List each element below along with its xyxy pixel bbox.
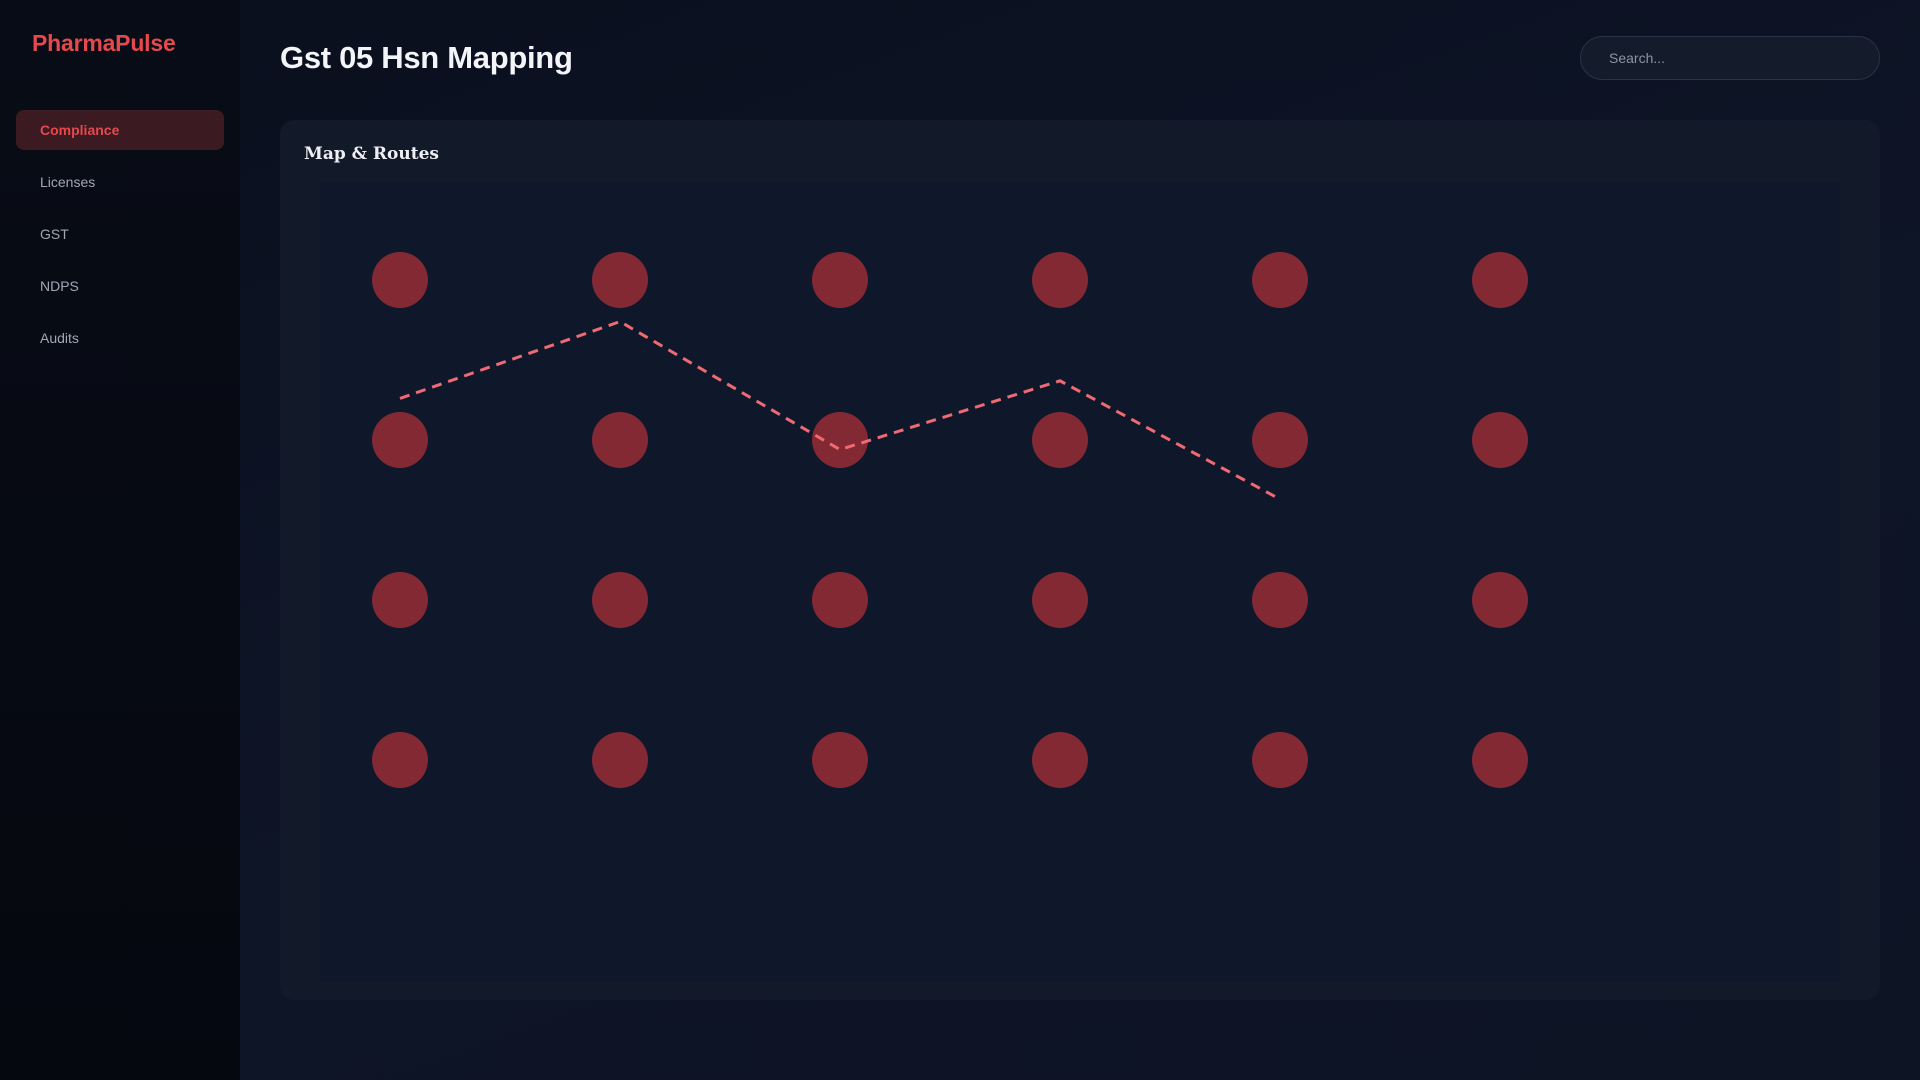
- map-marker[interactable]: [372, 732, 428, 788]
- map-marker[interactable]: [1032, 252, 1088, 308]
- map-marker[interactable]: [1472, 732, 1528, 788]
- route-layer: [399, 319, 1281, 501]
- map-card: Map & Routes: [280, 120, 1880, 1000]
- map-marker[interactable]: [812, 572, 868, 628]
- map-marker[interactable]: [812, 732, 868, 788]
- app-window: PharmaPulse Compliance Licenses GST NDPS…: [0, 0, 1920, 1080]
- sidebar-item-compliance[interactable]: Compliance: [16, 110, 224, 150]
- brand-logo[interactable]: PharmaPulse: [32, 30, 176, 57]
- map-marker[interactable]: [812, 252, 868, 308]
- map-marker[interactable]: [1252, 412, 1308, 468]
- map-marker[interactable]: [592, 412, 648, 468]
- map-marker[interactable]: [1472, 252, 1528, 308]
- page-title: Gst 05 Hsn Mapping: [280, 40, 573, 75]
- map-marker[interactable]: [1032, 732, 1088, 788]
- sidebar-item-ndps[interactable]: NDPS: [16, 266, 224, 306]
- markers-layer: [372, 252, 1528, 788]
- sidebar-nav: Compliance Licenses GST NDPS Audits: [16, 110, 224, 370]
- sidebar-item-licenses[interactable]: Licenses: [16, 162, 224, 202]
- map-marker[interactable]: [812, 412, 868, 468]
- map-marker[interactable]: [1472, 572, 1528, 628]
- map-marker[interactable]: [372, 252, 428, 308]
- sidebar-item-gst[interactable]: GST: [16, 214, 224, 254]
- map-svg: [372, 252, 1528, 788]
- map-marker[interactable]: [372, 412, 428, 468]
- map-marker[interactable]: [372, 572, 428, 628]
- map-marker[interactable]: [1252, 572, 1308, 628]
- map-marker[interactable]: [592, 572, 648, 628]
- map-canvas[interactable]: [320, 182, 1840, 982]
- map-marker[interactable]: [1032, 412, 1088, 468]
- sidebar-item-audits[interactable]: Audits: [16, 318, 224, 358]
- search-input[interactable]: [1580, 36, 1880, 80]
- card-title: Map & Routes: [304, 144, 439, 164]
- map-marker[interactable]: [592, 252, 648, 308]
- map-marker[interactable]: [1252, 732, 1308, 788]
- sidebar: PharmaPulse Compliance Licenses GST NDPS…: [0, 0, 240, 1080]
- search-box: [1580, 36, 1880, 80]
- map-marker[interactable]: [1472, 412, 1528, 468]
- route-line: [399, 319, 1281, 501]
- map-marker[interactable]: [1252, 252, 1308, 308]
- map-marker[interactable]: [1032, 572, 1088, 628]
- map-marker[interactable]: [592, 732, 648, 788]
